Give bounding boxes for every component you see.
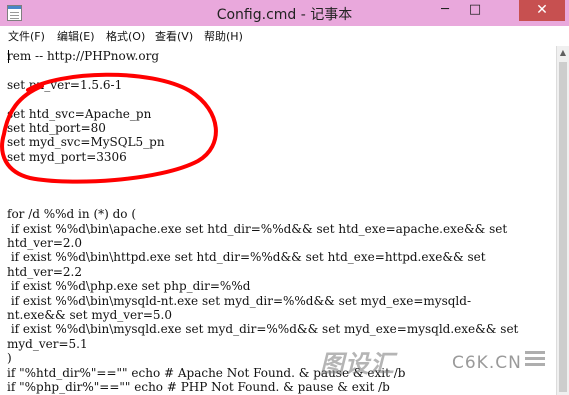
code-line: htd_ver=2.0 [7,236,82,251]
code-line: if "%htd_dir%"=="" echo # Apache Not Fou… [7,365,406,380]
close-button[interactable]: ✕ [519,0,565,21]
minimize-button[interactable]: ─ [431,0,459,21]
code-line: for /d %%d in (*) do ( [7,207,137,222]
code-line: set htd_port=80 [7,120,106,135]
code-line: nt.exe&& set myd_ver=5.0 [7,308,173,323]
scroll-thumb[interactable] [559,62,567,392]
code-line: if exist %%d\bin\mysqld.exe set myd_dir=… [7,322,519,337]
code-line: if exist %%d\bin\mysqld-nt.exe set myd_d… [7,293,471,308]
editor-content: rem -- http://PHPnow.org set pn_ver=1.5.6… [7,49,518,395]
menu-help[interactable]: 帮助(H) [204,28,243,44]
code-line: rem -- http://PHPnow.org [7,49,160,63]
menu-file[interactable]: 文件(F) [8,28,45,44]
code-line: set myd_svc=MySQL5_pn [7,135,165,150]
maximize-button[interactable]: □ [461,0,489,21]
code-line: set htd_svc=Apache_pn [7,106,152,121]
text-caret [8,50,9,63]
code-line: if exist %%d\php.exe set php_dir=%%d [7,279,251,294]
code-line: if "%php_dir%"=="" echo # PHP Not Found.… [7,379,390,394]
code-line: if exist %%d\bin\apache.exe set htd_dir=… [7,221,508,236]
code-line: htd_ver=2.2 [7,264,82,279]
code-line: set myd_port=3306 [7,149,127,164]
scroll-up-icon[interactable]: ▲ [557,46,569,60]
code-line: ) [7,351,12,366]
title-bar: Config.cmd - 记事本 ─ □ ✕ [0,0,569,26]
menu-edit[interactable]: 编辑(E) [57,28,95,44]
menu-format[interactable]: 格式(O) [106,28,145,44]
code-line: myd_ver=5.1 [7,336,88,351]
menu-bar: 文件(F) 编辑(E) 格式(O) 查看(V) 帮助(H) [0,26,569,47]
code-line: if exist %%d\bin\httpd.exe set htd_dir=%… [7,250,486,265]
vertical-scrollbar[interactable]: ▲ [556,46,569,395]
menu-view[interactable]: 查看(V) [155,28,193,44]
text-editor[interactable]: rem -- http://PHPnow.org set pn_ver=1.5.6… [0,46,556,395]
code-line: set pn_ver=1.5.6-1 [7,77,123,92]
